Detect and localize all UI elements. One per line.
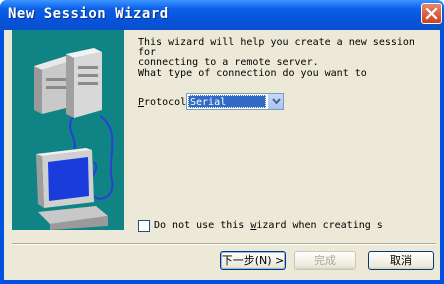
divider — [12, 243, 436, 245]
protocol-label: Protocol — [138, 97, 186, 108]
wizard-window: New Session Wizard This wizard will help… — [0, 0, 444, 284]
wizard-body: This wizard will help you create a new s… — [4, 30, 440, 280]
skip-wizard-label-post: izard when creating s — [256, 220, 383, 231]
servers-and-computer-icon — [34, 48, 114, 230]
network-illustration — [12, 30, 124, 230]
intro-text: This wizard will help you create a new s… — [138, 37, 415, 68]
protocol-label-rest: rotocol — [144, 97, 187, 108]
next-button[interactable]: 下一步(N) > — [220, 251, 286, 270]
chevron-down-icon — [272, 98, 281, 105]
window-title: New Session Wizard — [8, 6, 169, 22]
cancel-button[interactable]: 取消 — [368, 251, 434, 270]
connection-question: What type of connection do you want to — [138, 68, 367, 79]
protocol-selected-value: Serial — [188, 95, 266, 108]
dropdown-button[interactable] — [268, 94, 283, 109]
skip-wizard-label-pre: Do not use this — [154, 220, 251, 231]
skip-wizard-checkbox[interactable] — [138, 220, 150, 232]
title-bar[interactable]: New Session Wizard — [0, 0, 444, 30]
close-icon — [425, 7, 438, 20]
close-button[interactable] — [421, 3, 442, 24]
skip-wizard-label[interactable]: Do not use this wizard when creating s — [154, 220, 383, 231]
finish-button[interactable]: 完成 — [294, 251, 356, 270]
protocol-select[interactable]: Serial — [186, 93, 284, 110]
